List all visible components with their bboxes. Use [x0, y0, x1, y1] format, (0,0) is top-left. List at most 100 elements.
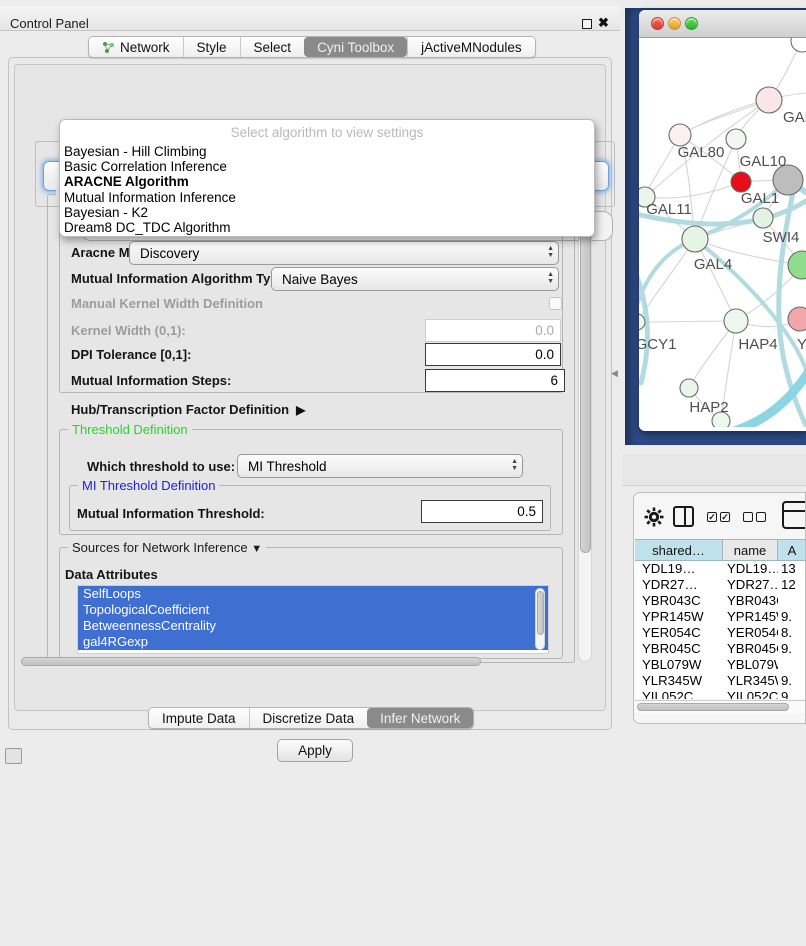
close-window-icon[interactable] — [651, 17, 664, 30]
network-canvas[interactable]: GALGAL80GAL10GAL1GAL11SWI4GAL4GCY1HAP4YH… — [639, 38, 806, 427]
tab-jactivemnodules[interactable]: jActiveMNodules — [407, 37, 535, 57]
tab-label: Network — [120, 40, 170, 55]
table-horizontal-scrollbar[interactable] — [635, 700, 806, 713]
table-cell: YBL079W — [635, 657, 723, 673]
settings-horizontal-scrollbar[interactable] — [19, 655, 603, 668]
table-cell: 9. — [778, 609, 806, 625]
algorithm-option[interactable]: Bayesian - K2 — [60, 205, 594, 220]
zoom-window-icon[interactable] — [685, 17, 698, 30]
table-row[interactable]: YIL052CYIL052C9 — [635, 689, 806, 699]
sash-collapse-icon[interactable]: ◀ — [611, 368, 618, 379]
tab-infer-network[interactable]: Infer Network — [367, 708, 473, 728]
table-row[interactable]: YBR043CYBR043C — [635, 593, 806, 609]
tab-cyni-toolbox[interactable]: Cyni Toolbox — [304, 37, 407, 57]
aracne-mode-value: Discovery — [140, 246, 199, 261]
tab-select[interactable]: Select — [240, 37, 305, 57]
table-cell: YBR043C — [635, 593, 723, 609]
table-icon[interactable] — [782, 501, 806, 529]
settings-vertical-scrollbar[interactable] — [578, 196, 592, 662]
apply-button[interactable]: Apply — [277, 739, 353, 762]
node-label-gal1: GAL1 — [741, 190, 779, 207]
column-header-shared…[interactable]: shared… — [635, 539, 723, 561]
table-body: YDL19…YDL19…13YDR27…YDR27…12YBR043CYBR04… — [635, 561, 806, 699]
bottom-tabs: Impute Data Discretize Data Infer Network — [148, 707, 474, 729]
close-panel-icon[interactable]: ✖ — [598, 15, 609, 31]
split-view-icon[interactable] — [673, 506, 694, 527]
tab-discretize-data[interactable]: Discretize Data — [249, 708, 368, 728]
mi-threshold-field[interactable] — [421, 500, 543, 523]
control-panel-title: Control Panel — [10, 16, 89, 31]
table-cell: 9. — [778, 641, 806, 657]
deselect-all-icon[interactable] — [756, 512, 766, 522]
hub-definition-label: Hub/Transcription Factor Definition — [71, 402, 289, 417]
dpi-tolerance-field[interactable] — [425, 343, 561, 366]
attribute-item[interactable]: SelfLoops — [78, 586, 548, 602]
network-node-gal4[interactable] — [682, 226, 708, 252]
algorithm-option[interactable]: Mutual Information Inference — [60, 190, 594, 205]
manual-kernel-checkbox[interactable] — [549, 297, 562, 310]
table-row[interactable]: YBR045CYBR045C9. — [635, 641, 806, 657]
column-header-A[interactable]: A — [778, 539, 806, 561]
control-panel-tabs: Network StyleSelectCyni ToolboxjActiveMNo… — [88, 36, 536, 58]
column-header-name[interactable]: name — [723, 539, 778, 561]
algorithm-option[interactable]: Dream8 DC_TDC Algorithm — [60, 220, 594, 235]
attribute-item[interactable]: TopologicalCoefficient — [78, 602, 548, 618]
deselect-all-icon[interactable] — [743, 512, 753, 522]
table-row[interactable]: YDR27…YDR27…12 — [635, 577, 806, 593]
mi-steps-field[interactable] — [425, 369, 565, 392]
tab-network[interactable]: Network — [89, 37, 183, 57]
select-all-icon[interactable]: ✓ — [720, 512, 730, 522]
hub-definition-toggle[interactable]: Hub/Transcription Factor Definition ▶ — [71, 402, 305, 417]
network-node-y[interactable] — [788, 307, 806, 331]
network-node-hap4[interactable] — [724, 309, 748, 333]
table-cell: YPR145W — [723, 609, 778, 625]
table-row[interactable]: YBL079WYBL079W — [635, 657, 806, 673]
network-node[interactable] — [726, 129, 746, 149]
table-cell: YDL19… — [723, 561, 778, 577]
table-row[interactable]: YPR145WYPR145W9. — [635, 609, 806, 625]
table-cell: YDR27… — [635, 577, 723, 593]
sources-legend-label: Sources for Network Inference — [72, 540, 248, 555]
mi-type-combobox[interactable]: Naive Bayes ▲▼ — [271, 267, 559, 291]
algorithm-option[interactable]: ARACNE Algorithm — [60, 174, 594, 189]
algorithm-option[interactable]: Basic Correlation Inference — [60, 159, 594, 174]
aracne-mode-combobox[interactable]: Discovery ▲▼ — [129, 241, 559, 265]
table-row[interactable]: YER054CYER054C8. — [635, 625, 806, 641]
settings-gear-icon[interactable] — [643, 506, 665, 528]
node-label-gal4: GAL4 — [694, 256, 732, 273]
control-panel-titlebar: Control Panel ✖ — [0, 6, 620, 31]
attribute-item[interactable]: gal4RGexp — [78, 634, 548, 650]
network-node[interactable] — [788, 251, 806, 279]
select-all-icon[interactable]: ✓ — [707, 512, 717, 522]
threshold-definition-legend: Threshold Definition — [68, 422, 192, 437]
network-node-swi4[interactable] — [753, 208, 773, 228]
network-node-gal[interactable] — [756, 87, 782, 113]
network-window-titlebar[interactable] — [639, 10, 806, 38]
float-panel-icon[interactable] — [582, 19, 592, 29]
node-label-y: Y — [797, 336, 806, 353]
table-row[interactable]: YDL19…YDL19…13 — [635, 561, 806, 577]
table-panel-titlebar: Table Panel — [622, 454, 806, 486]
attr-list-scrollbar[interactable] — [535, 588, 545, 650]
network-graph: GALGAL80GAL10GAL1GAL11SWI4GAL4GCY1HAP4YH… — [639, 38, 806, 427]
which-threshold-combobox[interactable]: MI Threshold ▲▼ — [237, 454, 523, 478]
control-panel: Control Panel ✖ Network StyleSelectCyni T… — [0, 0, 620, 762]
tab-style[interactable]: Style — [183, 37, 240, 57]
table-row[interactable]: YLR345WYLR345W9. — [635, 673, 806, 689]
algorithm-list: Bayesian - Hill ClimbingBasic Correlatio… — [60, 144, 594, 235]
network-node[interactable] — [791, 38, 806, 52]
manual-kernel-label: Manual Kernel Width Definition — [71, 296, 263, 311]
tab-label: Infer Network — [380, 711, 460, 726]
network-node-gal1[interactable] — [731, 172, 751, 192]
network-node-gal80[interactable] — [669, 124, 691, 146]
table-cell: YBR043C — [723, 593, 778, 609]
algorithm-option[interactable]: Bayesian - Hill Climbing — [60, 144, 594, 159]
sources-legend[interactable]: Sources for Network Inference ▼ — [68, 540, 266, 555]
table-cell: YLR345W — [723, 673, 778, 689]
kernel-width-field[interactable] — [425, 319, 561, 342]
attribute-item[interactable]: BetweennessCentrality — [78, 618, 548, 634]
tab-impute-data[interactable]: Impute Data — [149, 708, 249, 728]
tab-label: Discretize Data — [263, 711, 355, 726]
minimize-window-icon[interactable] — [668, 17, 681, 30]
network-node-hap2[interactable] — [680, 379, 698, 397]
